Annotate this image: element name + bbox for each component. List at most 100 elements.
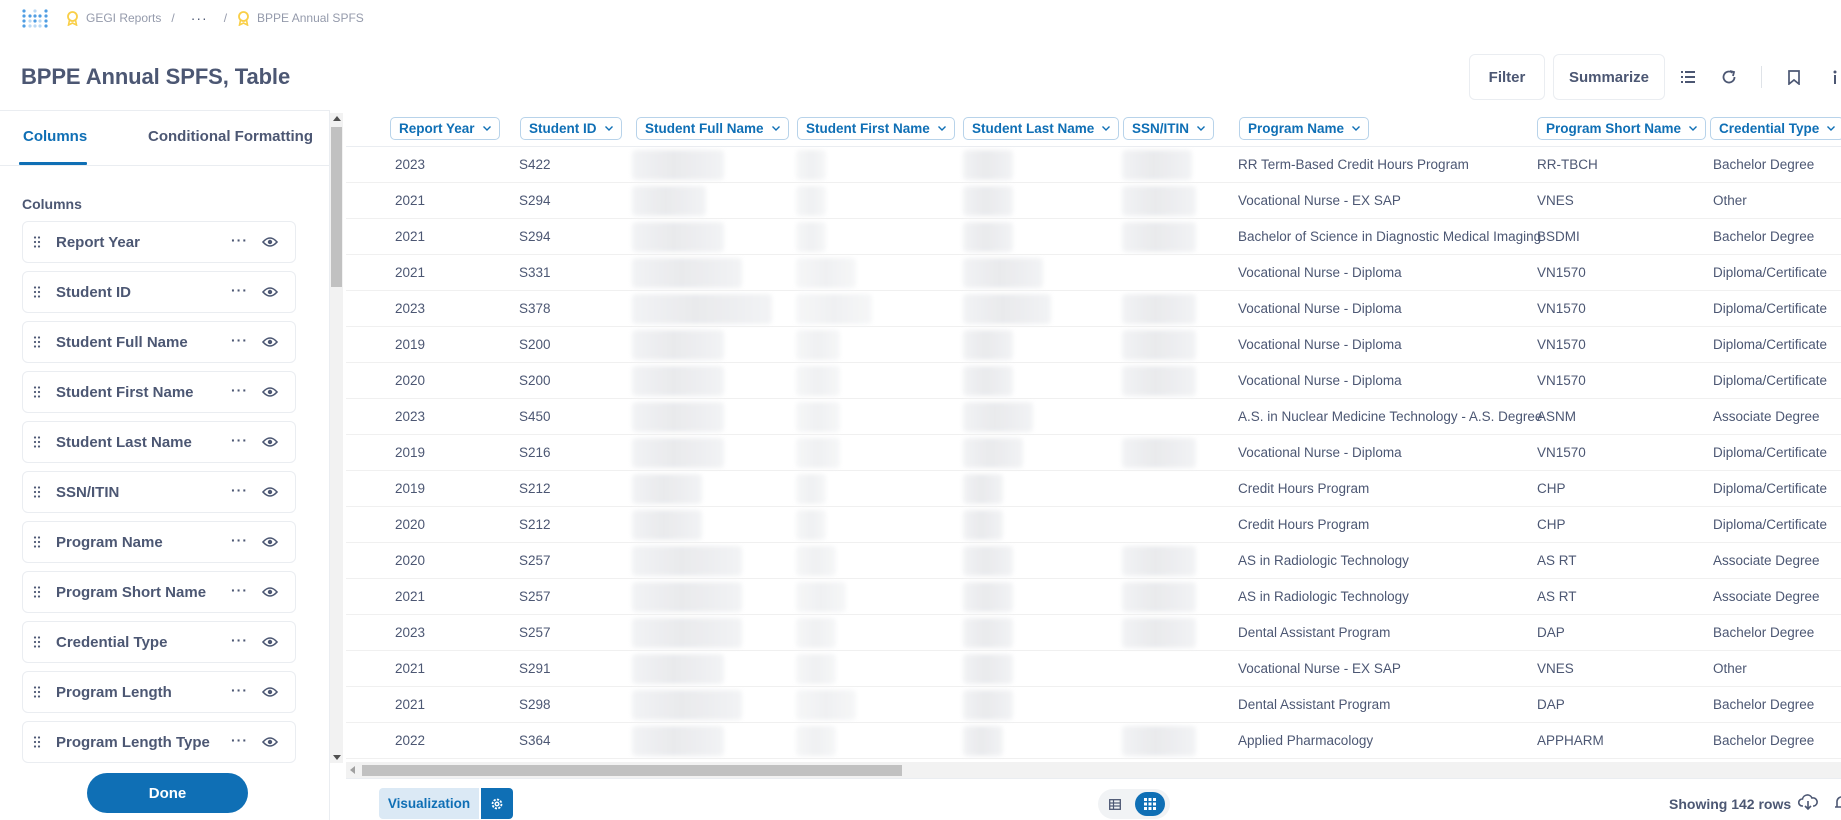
- cell-report-year[interactable]: 2022: [395, 733, 425, 748]
- column-item[interactable]: Student Full Name ···: [22, 321, 296, 363]
- summarize-button[interactable]: Summarize: [1553, 54, 1665, 100]
- cell-program-short-name[interactable]: CHP: [1537, 481, 1566, 496]
- cell-student-id[interactable]: S212: [519, 481, 551, 496]
- column-more-button[interactable]: ···: [231, 632, 248, 648]
- eye-icon[interactable]: [262, 685, 278, 699]
- cell-student-id[interactable]: S257: [519, 625, 551, 640]
- cell-program-short-name[interactable]: VN1570: [1537, 301, 1586, 316]
- metabase-logo-icon[interactable]: [22, 8, 48, 30]
- grip-icon[interactable]: [33, 286, 41, 298]
- table-row[interactable]: 2021 S291 Vocational Nurse - EX SAP VNES Oth…: [346, 651, 1841, 687]
- cell-student-id[interactable]: S294: [519, 229, 551, 244]
- column-item[interactable]: Student First Name ···: [22, 371, 296, 413]
- column-item[interactable]: Student Last Name ···: [22, 421, 296, 463]
- cell-report-year[interactable]: 2019: [395, 445, 425, 460]
- column-item[interactable]: Credential Type ···: [22, 621, 296, 663]
- breadcrumb-item-bppe-annual-spfs[interactable]: BPPE Annual SPFS: [237, 10, 364, 26]
- grip-icon[interactable]: [33, 686, 41, 698]
- cell-report-year[interactable]: 2021: [395, 265, 425, 280]
- cell-program-short-name[interactable]: VN1570: [1537, 337, 1586, 352]
- grip-icon[interactable]: [33, 486, 41, 498]
- column-header[interactable]: Program Short Name: [1537, 117, 1707, 140]
- cell-credential-type[interactable]: Associate Degree: [1713, 589, 1820, 604]
- cell-student-id[interactable]: S364: [519, 733, 551, 748]
- eye-icon[interactable]: [262, 435, 278, 449]
- grip-icon[interactable]: [33, 336, 41, 348]
- table-row[interactable]: 2021 S257 AS in Radiologic Technology AS RT…: [346, 579, 1841, 615]
- tab-conditional-formatting[interactable]: Conditional Formatting: [148, 128, 313, 145]
- cell-report-year[interactable]: 2019: [395, 337, 425, 352]
- cell-program-short-name[interactable]: AS RT: [1537, 553, 1577, 568]
- cell-credential-type[interactable]: Associate Degree: [1713, 409, 1820, 424]
- tab-columns[interactable]: Columns: [23, 128, 87, 145]
- table-row[interactable]: 2020 S200 Vocational Nurse - Diploma VN1570…: [346, 363, 1841, 399]
- done-button[interactable]: Done: [87, 773, 248, 813]
- table-row[interactable]: 2019 S212 Credit Hours Program CHP Diploma/C…: [346, 471, 1841, 507]
- eye-icon[interactable]: [262, 385, 278, 399]
- eye-icon[interactable]: [262, 585, 278, 599]
- cell-program-short-name[interactable]: VNES: [1537, 661, 1574, 676]
- list-icon[interactable]: [1677, 66, 1699, 88]
- cell-report-year[interactable]: 2023: [395, 409, 425, 424]
- column-header[interactable]: Student ID: [520, 117, 622, 140]
- cell-report-year[interactable]: 2023: [395, 157, 425, 172]
- column-item[interactable]: Student ID ···: [22, 271, 296, 313]
- cell-program-short-name[interactable]: ASNM: [1537, 409, 1576, 424]
- table-row[interactable]: 2019 S216 Vocational Nurse - Diploma VN1570…: [346, 435, 1841, 471]
- grip-icon[interactable]: [33, 236, 41, 248]
- cell-program-name[interactable]: Applied Pharmacology: [1238, 733, 1373, 748]
- cell-student-id[interactable]: S331: [519, 265, 551, 280]
- table-horizontal-scrollbar[interactable]: [346, 762, 1841, 778]
- cell-report-year[interactable]: 2020: [395, 373, 425, 388]
- cell-report-year[interactable]: 2019: [395, 481, 425, 496]
- cell-program-short-name[interactable]: VN1570: [1537, 445, 1586, 460]
- cell-program-name[interactable]: Credit Hours Program: [1238, 517, 1369, 532]
- eye-icon[interactable]: [262, 285, 278, 299]
- cell-student-id[interactable]: S450: [519, 409, 551, 424]
- cell-credential-type[interactable]: Diploma/Certificate: [1713, 301, 1827, 316]
- table-row[interactable]: 2021 S294 Vocational Nurse - EX SAP VNES Oth…: [346, 183, 1841, 219]
- cell-report-year[interactable]: 2021: [395, 229, 425, 244]
- cell-program-name[interactable]: Credit Hours Program: [1238, 481, 1369, 496]
- table-view-toggle[interactable]: [1106, 795, 1124, 813]
- cell-credential-type[interactable]: Diploma/Certificate: [1713, 373, 1827, 388]
- cell-report-year[interactable]: 2021: [395, 193, 425, 208]
- table-row[interactable]: 2023 S257 Dental Assistant Program DAP Bache…: [346, 615, 1841, 651]
- grip-icon[interactable]: [33, 636, 41, 648]
- filter-button[interactable]: Filter: [1469, 54, 1545, 100]
- cell-student-id[interactable]: S422: [519, 157, 551, 172]
- eye-icon[interactable]: [262, 635, 278, 649]
- eye-icon[interactable]: [262, 735, 278, 749]
- table-row[interactable]: 2022 S364 Applied Pharmacology APPHARM Bache…: [346, 723, 1841, 759]
- column-more-button[interactable]: ···: [231, 282, 248, 298]
- cell-program-name[interactable]: Vocational Nurse - Diploma: [1238, 337, 1402, 352]
- cell-report-year[interactable]: 2021: [395, 661, 425, 676]
- cell-student-id[interactable]: S200: [519, 337, 551, 352]
- cell-student-id[interactable]: S294: [519, 193, 551, 208]
- grip-icon[interactable]: [33, 436, 41, 448]
- cell-credential-type[interactable]: Diploma/Certificate: [1713, 445, 1827, 460]
- eye-icon[interactable]: [262, 535, 278, 549]
- cell-report-year[interactable]: 2023: [395, 625, 425, 640]
- visualization-button[interactable]: Visualization: [379, 788, 479, 819]
- cell-report-year[interactable]: 2021: [395, 697, 425, 712]
- table-row[interactable]: 2019 S200 Vocational Nurse - Diploma VN1570…: [346, 327, 1841, 363]
- scrollbar-thumb[interactable]: [362, 765, 902, 776]
- grip-icon[interactable]: [33, 586, 41, 598]
- table-row[interactable]: 2023 S378 Vocational Nurse - Diploma VN1570…: [346, 291, 1841, 327]
- cell-program-name[interactable]: Vocational Nurse - Diploma: [1238, 301, 1402, 316]
- grip-icon[interactable]: [33, 736, 41, 748]
- cell-student-id[interactable]: S257: [519, 553, 551, 568]
- cell-program-name[interactable]: Dental Assistant Program: [1238, 697, 1390, 712]
- column-header[interactable]: Credential Type: [1710, 117, 1841, 140]
- cell-program-short-name[interactable]: VN1570: [1537, 373, 1586, 388]
- scroll-left-arrow[interactable]: [350, 766, 355, 774]
- bell-icon[interactable]: [1833, 793, 1841, 811]
- cell-program-short-name[interactable]: VNES: [1537, 193, 1574, 208]
- grip-icon[interactable]: [33, 536, 41, 548]
- cell-student-id[interactable]: S257: [519, 589, 551, 604]
- bookmark-icon[interactable]: [1783, 66, 1805, 88]
- cell-program-name[interactable]: Vocational Nurse - Diploma: [1238, 373, 1402, 388]
- column-header[interactable]: SSN/ITIN: [1123, 117, 1215, 140]
- column-item[interactable]: Program Short Name ···: [22, 571, 296, 613]
